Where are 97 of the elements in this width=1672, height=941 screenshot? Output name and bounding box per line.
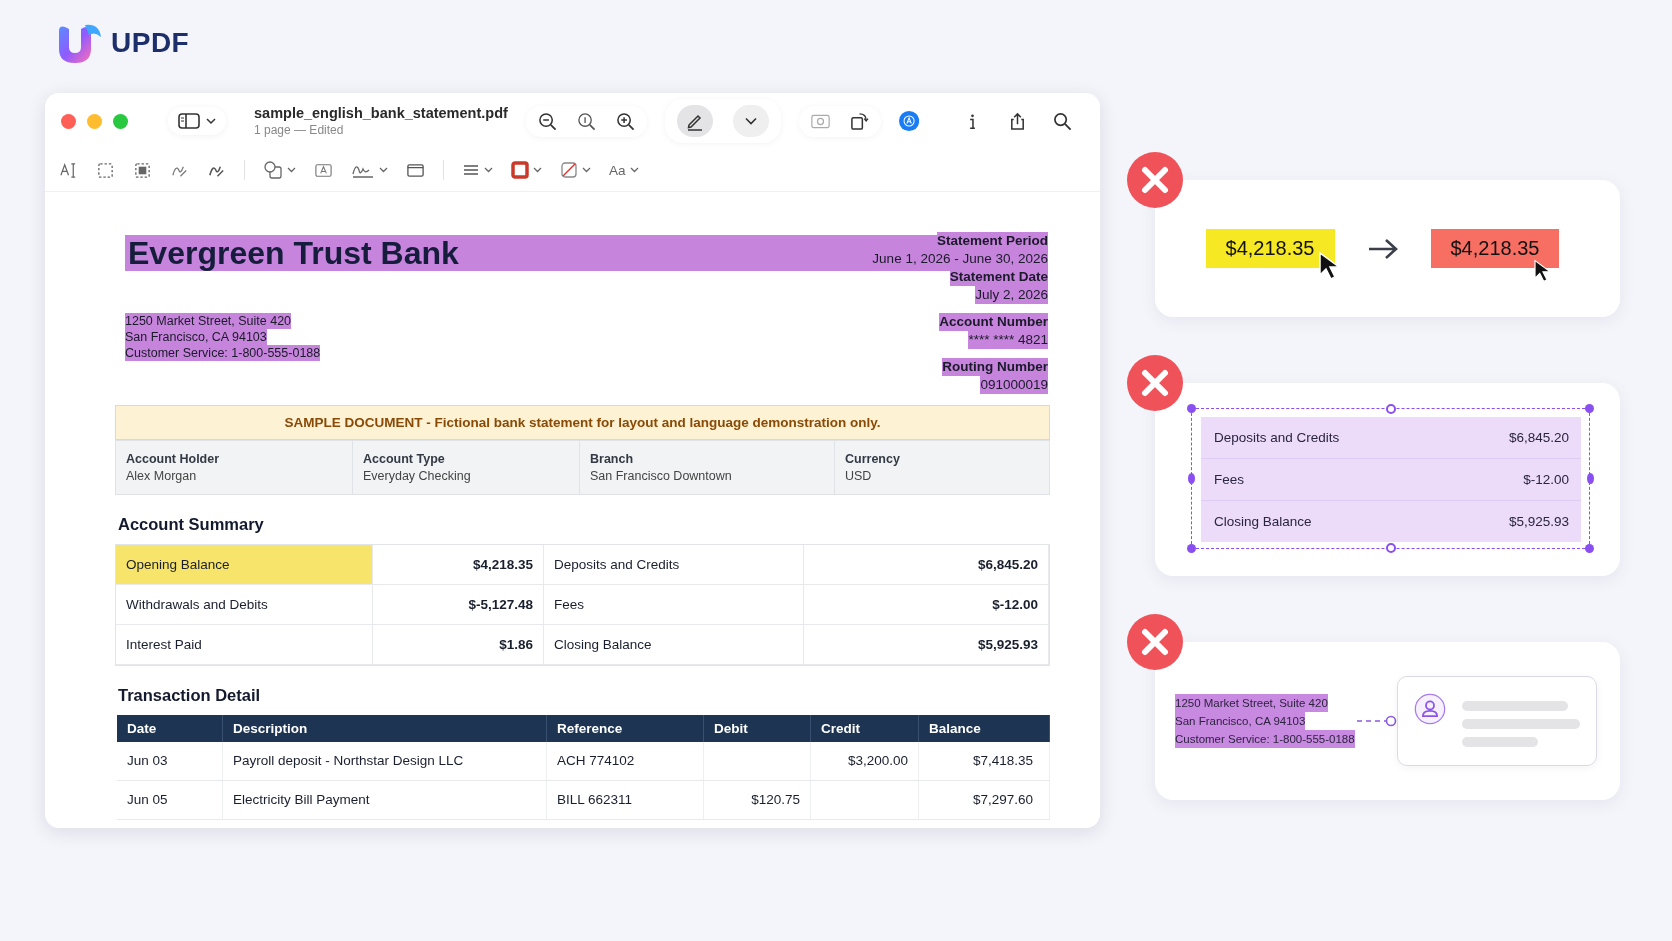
fill-color-dropdown[interactable] (560, 161, 591, 179)
table-cell: $120.75 (704, 781, 811, 820)
text-tool-icon[interactable] (59, 160, 78, 180)
field-label: Branch (590, 452, 635, 466)
table-cell: ACH 774102 (547, 742, 704, 781)
resize-handle[interactable] (1187, 544, 1196, 553)
chevron-icon (582, 167, 591, 173)
zoom-out-icon[interactable] (537, 111, 557, 131)
table-cell: Jun 03 (117, 742, 223, 781)
field-label: Account Holder (126, 452, 221, 466)
table-cell: $5,925.93 (804, 625, 1049, 665)
row-label: Closing Balance (1214, 514, 1312, 529)
table-cell: $4,218.35 (373, 545, 544, 585)
table-cell: Fees (544, 585, 804, 625)
column-header: Credit (811, 715, 919, 742)
close-button[interactable] (61, 113, 76, 129)
table-cell: Electricity Bill Payment (223, 781, 547, 820)
column-header: Description (223, 715, 547, 742)
highlighted-amount: $4,218.35 (1205, 229, 1335, 268)
line-style-dropdown[interactable] (462, 162, 493, 178)
sidebar-icon (178, 113, 200, 129)
field-value: San Francisco Downtown (590, 469, 733, 483)
brand-name: UPDF (111, 27, 190, 59)
table-cell: Payroll deposit - Northstar Design LLC (223, 742, 547, 781)
info-value: **** **** 4821 (968, 331, 1048, 349)
file-status: 1 page — Edited (254, 123, 345, 137)
field-label: Currency (845, 452, 901, 466)
table-cell: Interest Paid (116, 625, 373, 665)
rectangular-selection-icon[interactable] (96, 160, 115, 180)
table-cell: Closing Balance (544, 625, 804, 665)
no-fill-icon (560, 161, 578, 179)
table-cell: $7,297.60 (919, 781, 1050, 820)
field-value: Everyday Checking (363, 469, 472, 483)
chevron-icon (533, 167, 542, 173)
column-header: Balance (919, 715, 1050, 742)
chevron-icon (206, 117, 216, 125)
sample-notice: SAMPLE DOCUMENT - Fictional bank statement for layout and language demonstration only. (115, 405, 1050, 440)
search-icon[interactable] (1053, 111, 1072, 131)
info-label: Account Number (939, 313, 1048, 331)
table-cell: $-12.00 (804, 585, 1049, 625)
resize-handle[interactable] (1585, 404, 1594, 413)
table-cell: Deposits and Credits (544, 545, 804, 585)
section-heading: Transaction Detail (118, 686, 262, 705)
resize-handle[interactable] (1187, 404, 1196, 413)
shapes-icon (263, 160, 283, 180)
field-label: Account Type (363, 452, 446, 466)
info-label: Routing Number (942, 358, 1048, 376)
row-amount: $6,845.20 (1508, 430, 1569, 445)
smart-selection-icon[interactable] (133, 160, 152, 180)
resize-handle[interactable] (1586, 472, 1594, 484)
border-color-dropdown[interactable] (511, 161, 542, 179)
bank-name: Evergreen Trust Bank (128, 234, 459, 272)
chevron-icon (744, 117, 757, 125)
zoom-in-icon[interactable] (615, 111, 635, 131)
file-name: sample_english_bank_statement.pdf (254, 105, 508, 121)
lines-icon (462, 162, 480, 178)
row-amount: $5,925.93 (1508, 514, 1569, 529)
table-cell: $7,418.35 (919, 742, 1050, 781)
table-cell: $3,200.00 (811, 742, 919, 781)
chevron-icon (629, 167, 639, 173)
square-icon (511, 161, 529, 179)
table-cell: $6,845.20 (804, 545, 1049, 585)
table-cell: Jun 05 (117, 781, 223, 820)
shapes-dropdown[interactable] (263, 160, 296, 180)
person-icon (1413, 691, 1446, 727)
share-icon[interactable] (1008, 111, 1027, 131)
resize-handle[interactable] (1187, 472, 1195, 484)
resize-handle[interactable] (1385, 404, 1396, 414)
table-cell: $1.86 (373, 625, 544, 665)
resize-handle[interactable] (1585, 544, 1594, 553)
row-label: Fees (1214, 472, 1244, 487)
font-button[interactable]: Aa (609, 162, 639, 178)
chevron-icon (287, 167, 296, 173)
markup-pen-button[interactable] (676, 105, 713, 137)
info-value: July 2, 2026 (975, 286, 1048, 304)
sidebar-toggle-button[interactable] (168, 107, 226, 135)
row-label: Deposits and Credits (1214, 430, 1340, 445)
field-value: USD (845, 469, 873, 483)
column-header: Debit (704, 715, 811, 742)
highlighted-amount: $4,218.35 (1430, 229, 1560, 268)
row-amount: $-12.00 (1523, 472, 1569, 487)
chevron-icon (379, 167, 388, 173)
field-value: Alex Morgan (126, 469, 198, 483)
table-cell: Opening Balance (116, 545, 373, 585)
chevron-icon (484, 167, 493, 173)
actual-size-icon[interactable] (576, 111, 596, 131)
rotate-icon[interactable] (849, 111, 869, 131)
connector-line (1356, 715, 1397, 727)
table-cell: Withdrawals and Debits (116, 585, 373, 625)
info-value: 091000019 (980, 376, 1048, 394)
info-label: Statement Date (949, 268, 1048, 286)
column-header: Reference (547, 715, 704, 742)
section-heading: Account Summary (118, 515, 265, 534)
table-cell: $-5,127.48 (373, 585, 544, 625)
arrow-icon (1366, 236, 1399, 261)
column-header: Date (117, 715, 223, 742)
table-cell: BILL 662311 (547, 781, 704, 820)
